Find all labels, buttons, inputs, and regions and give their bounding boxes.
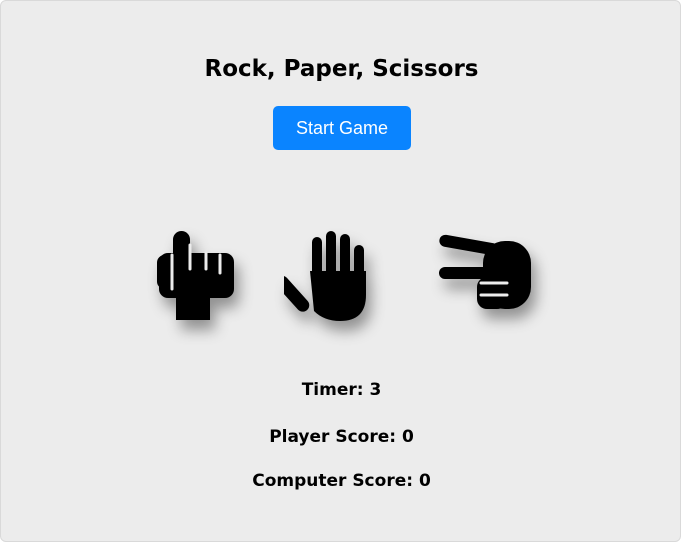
- game-container: Rock, Paper, Scissors Start Game Timer: …: [0, 0, 681, 542]
- paper-hand-icon: [284, 231, 366, 321]
- computer-score: Computer Score: 0: [252, 471, 431, 491]
- rock-choice[interactable]: [146, 225, 246, 325]
- timer-display: Timer: 3: [301, 380, 382, 400]
- rock-hand-icon: [157, 231, 234, 320]
- paper-choice[interactable]: [284, 225, 384, 325]
- player-score: Player Score: 0: [269, 427, 414, 447]
- scissors-hand-icon: [439, 234, 531, 309]
- scissors-choice[interactable]: [437, 225, 537, 325]
- start-game-button[interactable]: Start Game: [273, 106, 411, 150]
- game-title: Rock, Paper, Scissors: [204, 56, 479, 82]
